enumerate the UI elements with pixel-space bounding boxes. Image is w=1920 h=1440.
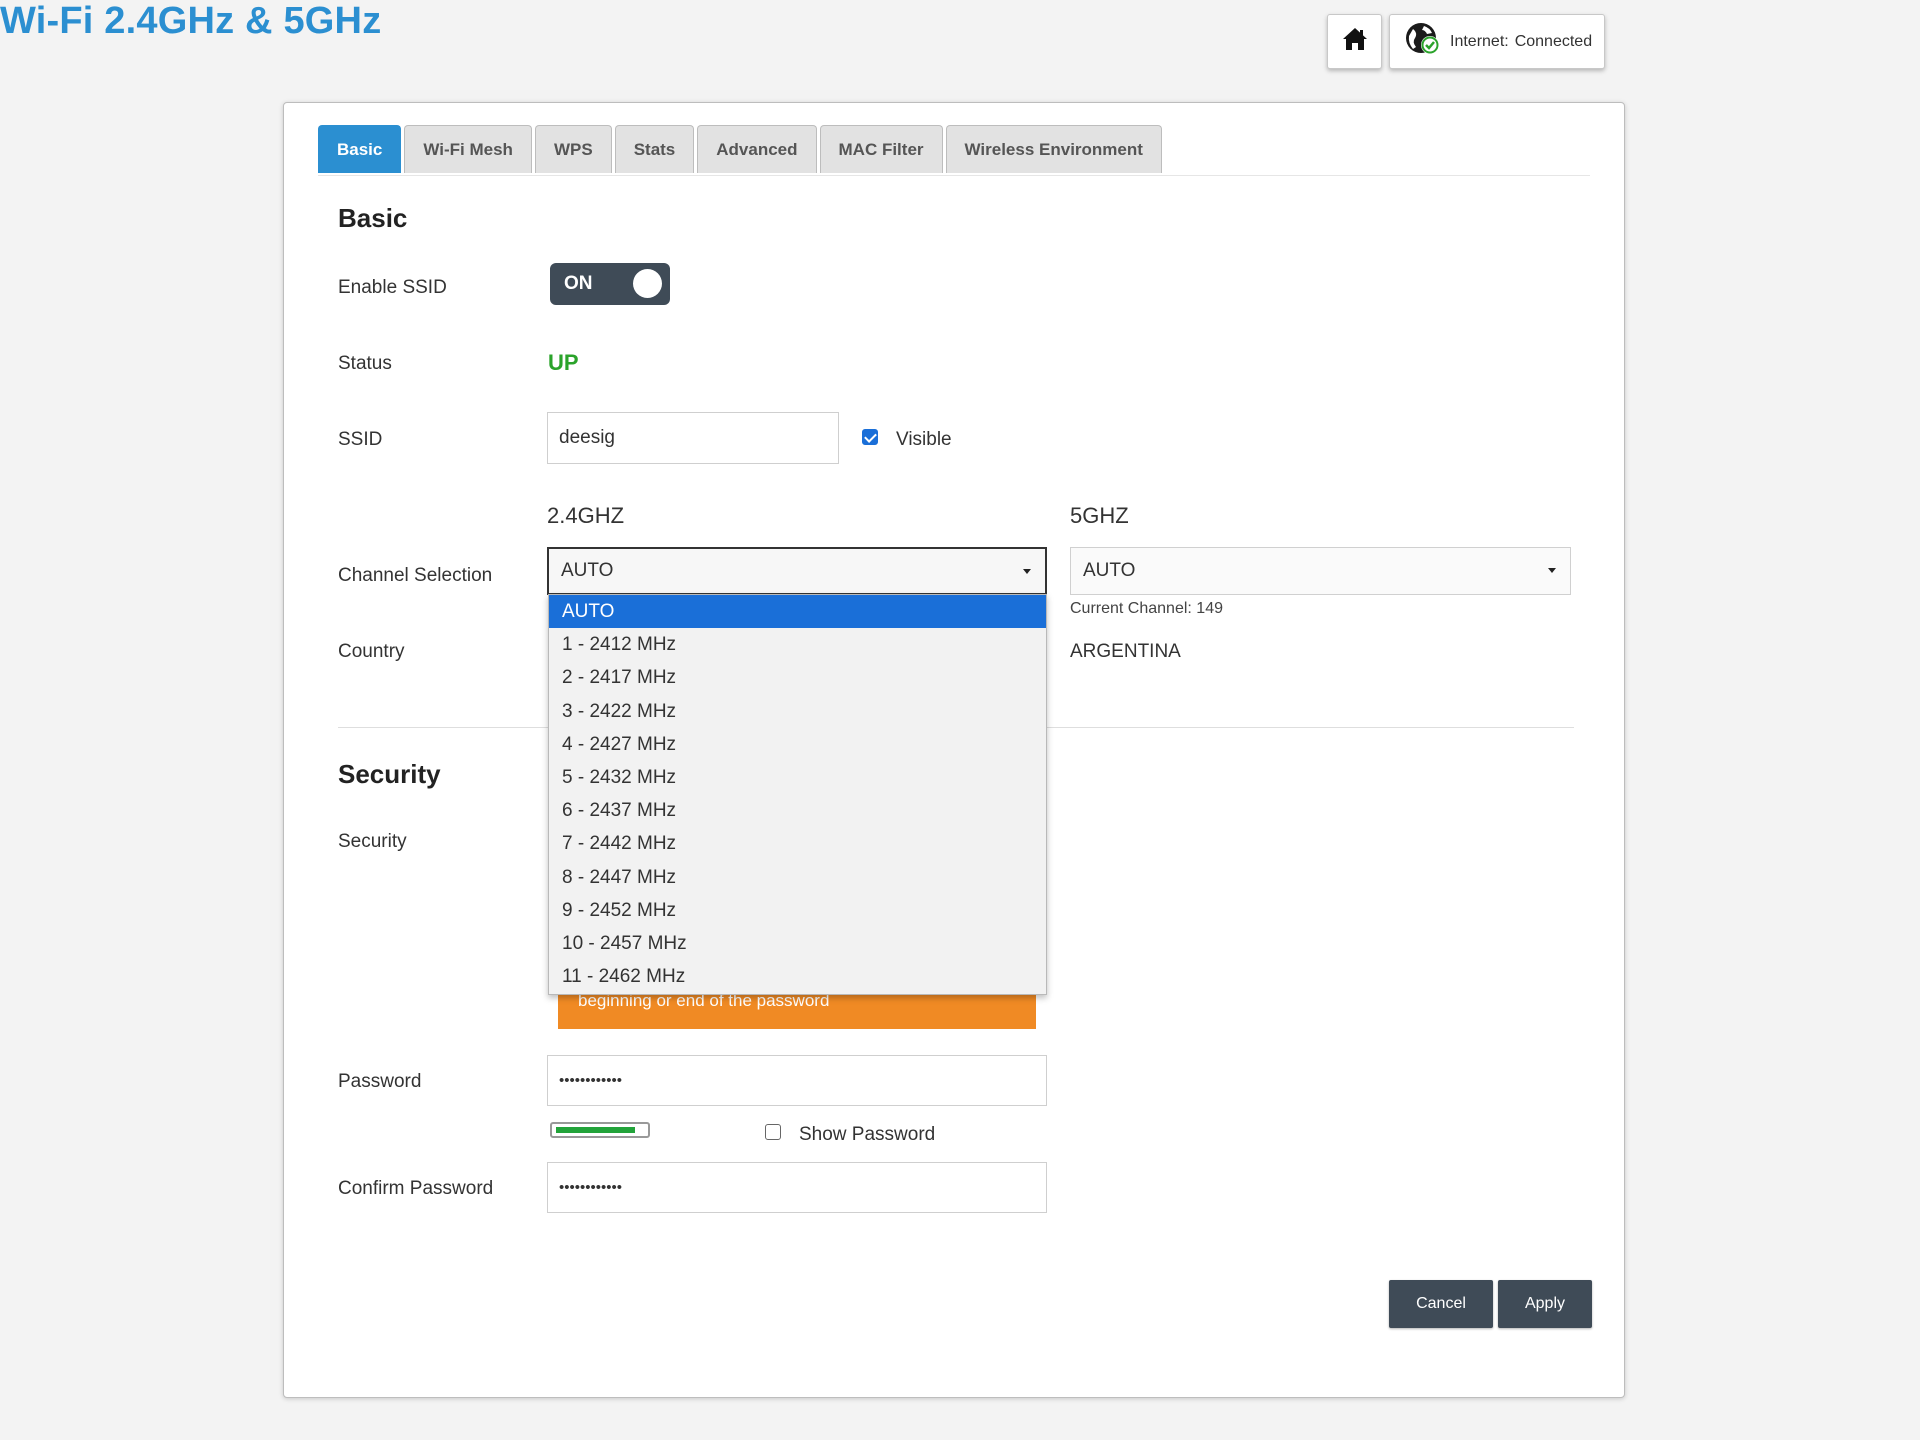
- internet-status: Connected: [1514, 32, 1593, 50]
- channel-5-select[interactable]: AUTO: [1070, 547, 1571, 595]
- tab-mac-filter[interactable]: MAC Filter: [819, 125, 943, 173]
- channel-24-select[interactable]: AUTO: [547, 547, 1047, 595]
- chevron-down-icon: [1548, 568, 1556, 573]
- globe-connected-icon: [1404, 21, 1442, 62]
- toggle-state-label: ON: [564, 273, 593, 294]
- band-24-label: 2.4GHZ: [547, 503, 625, 528]
- visible-checkbox[interactable]: [862, 429, 878, 445]
- internet-status-button[interactable]: Internet: Connected: [1389, 14, 1605, 69]
- channel-option[interactable]: 1 - 2412 MHz: [549, 628, 1046, 661]
- country-value: ARGENTINA: [1070, 641, 1181, 662]
- tab-wifi-mesh[interactable]: Wi-Fi Mesh: [404, 125, 532, 173]
- toggle-knob: [633, 269, 662, 298]
- password-label: Password: [338, 1071, 422, 1092]
- page-title: Wi-Fi 2.4GHz & 5GHz: [0, 0, 382, 42]
- country-label: Country: [338, 641, 405, 662]
- home-button[interactable]: [1327, 14, 1382, 69]
- ssid-input[interactable]: deesig: [547, 412, 839, 464]
- password-strength-meter: [550, 1122, 650, 1138]
- channel-5-value: AUTO: [1083, 560, 1136, 581]
- apply-button[interactable]: Apply: [1498, 1280, 1592, 1328]
- band-5-label: 5GHZ: [1070, 503, 1129, 528]
- tab-divider: [318, 175, 1590, 176]
- password-strength-fill: [556, 1127, 635, 1133]
- basic-heading: Basic: [338, 203, 408, 233]
- channel-24-value: AUTO: [561, 560, 614, 581]
- channel-option[interactable]: 6 - 2437 MHz: [549, 794, 1046, 827]
- channel-24-dropdown-list: AUTO 1 - 2412 MHz 2 - 2417 MHz 3 - 2422 …: [548, 594, 1047, 995]
- tab-advanced[interactable]: Advanced: [697, 125, 817, 173]
- show-password-label: Show Password: [799, 1124, 936, 1145]
- channel-option[interactable]: 2 - 2417 MHz: [549, 661, 1046, 694]
- show-password-checkbox[interactable]: [765, 1124, 781, 1140]
- channel-option[interactable]: 11 - 2462 MHz: [549, 960, 1046, 993]
- current-channel-5: Current Channel: 149: [1070, 600, 1223, 617]
- visible-label: Visible: [896, 429, 952, 450]
- cancel-button[interactable]: Cancel: [1389, 1280, 1493, 1328]
- channel-option[interactable]: 7 - 2442 MHz: [549, 827, 1046, 860]
- password-field[interactable]: ••••••••••••: [547, 1055, 1047, 1106]
- tab-basic[interactable]: Basic: [318, 125, 402, 173]
- channel-option[interactable]: 9 - 2452 MHz: [549, 894, 1046, 927]
- channel-option[interactable]: 8 - 2447 MHz: [549, 861, 1046, 894]
- confirm-password-label: Confirm Password: [338, 1178, 494, 1199]
- ssid-label: SSID: [338, 429, 383, 450]
- security-heading: Security: [338, 759, 441, 789]
- chevron-down-icon: [1023, 569, 1031, 574]
- tab-stats[interactable]: Stats: [614, 125, 695, 173]
- channel-option[interactable]: 10 - 2457 MHz: [549, 927, 1046, 960]
- status-value: UP: [548, 350, 579, 375]
- enable-ssid-label: Enable SSID: [338, 277, 447, 298]
- internet-label: Internet:: [1450, 32, 1509, 50]
- channel-option[interactable]: 3 - 2422 MHz: [549, 695, 1046, 728]
- home-icon: [1342, 27, 1368, 56]
- channel-option[interactable]: AUTO: [549, 595, 1046, 629]
- channel-option[interactable]: 4 - 2427 MHz: [549, 728, 1046, 761]
- tab-wps[interactable]: WPS: [534, 125, 612, 173]
- security-label: Security: [338, 831, 407, 852]
- enable-ssid-toggle[interactable]: ON: [550, 263, 670, 305]
- confirm-password-field[interactable]: ••••••••••••: [547, 1162, 1047, 1213]
- status-label: Status: [338, 353, 392, 374]
- tab-wireless-environment[interactable]: Wireless Environment: [945, 125, 1162, 173]
- tab-bar: Basic Wi-Fi Mesh WPS Stats Advanced MAC …: [318, 125, 1165, 175]
- channel-selection-label: Channel Selection: [338, 565, 493, 586]
- channel-option[interactable]: 5 - 2432 MHz: [549, 761, 1046, 794]
